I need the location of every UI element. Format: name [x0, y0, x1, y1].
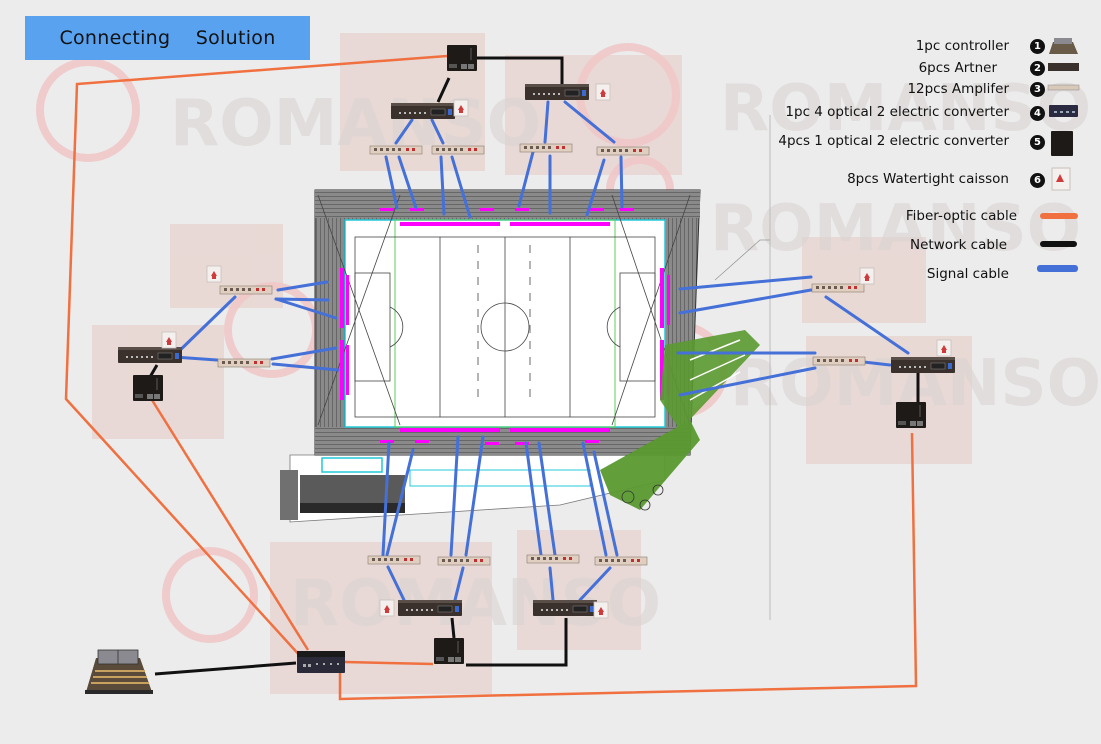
amplifier-left-1[interactable]	[219, 285, 273, 295]
amplifier-top-2[interactable]	[431, 145, 485, 155]
converter-top[interactable]	[446, 44, 478, 72]
amplifier-right-1[interactable]	[811, 283, 865, 293]
artner-top-right[interactable]	[524, 83, 590, 101]
amplifier-top-4[interactable]	[596, 146, 650, 156]
amplifier-strip-icon	[1047, 84, 1080, 91]
converter-left[interactable]	[132, 374, 164, 402]
four-optical-converter[interactable]	[297, 651, 345, 673]
caisson-top-right[interactable]	[595, 83, 611, 101]
caisson-bottom-left[interactable]	[379, 599, 395, 617]
one-optical-converter-icon	[1051, 131, 1073, 156]
legend-item-caisson: 8pcs Watertight caisson	[847, 171, 1009, 187]
artner-left[interactable]	[117, 346, 183, 364]
legend-item-controller: 1pc controller	[915, 38, 1009, 54]
caisson-right-lower[interactable]	[936, 339, 952, 357]
zone-left-upper	[170, 224, 283, 308]
caisson-left-lower[interactable]	[161, 331, 177, 349]
legend-item-four-optical-converter: 1pc 4 optical 2 electric converter	[785, 104, 1009, 120]
legend-number-5: 5	[1030, 135, 1045, 150]
controller-console-icon	[1049, 38, 1078, 54]
converter-right[interactable]	[895, 401, 927, 429]
watermark-text-1: ROMANSO	[170, 87, 541, 161]
amplifier-bottom-2[interactable]	[437, 556, 491, 566]
amplifier-bottom-4[interactable]	[594, 556, 648, 566]
legend-number-6: 6	[1030, 173, 1045, 188]
watertight-caisson-icon	[1051, 167, 1071, 191]
caisson-left-upper[interactable]	[206, 265, 222, 283]
amplifier-right-2[interactable]	[812, 356, 866, 366]
caisson-right-upper[interactable]	[859, 267, 875, 285]
caisson-top-left[interactable]	[453, 99, 469, 117]
converter-bottom[interactable]	[433, 637, 465, 665]
legend-number-3: 3	[1030, 82, 1045, 97]
artner-bottom-right[interactable]	[532, 599, 598, 617]
legend-item-signal: Signal cable	[926, 266, 1009, 282]
amplifier-left-2[interactable]	[217, 358, 271, 368]
artner-right[interactable]	[890, 356, 956, 374]
legend-item-fiber: Fiber-optic cable	[905, 208, 1017, 224]
signal-cable-swatch	[1037, 265, 1078, 272]
title-word-1: Connecting	[59, 27, 171, 49]
connecting-solution-diagram: ROMANSO ROMANSO ROMANSO ROMANSO ROMANSO …	[0, 0, 1101, 740]
artner-top-left[interactable]	[390, 102, 456, 120]
roof-block	[300, 475, 405, 503]
legend-device-icons	[1047, 38, 1080, 191]
artner-rack-icon	[1048, 63, 1079, 71]
lighting-controller-console[interactable]	[85, 649, 153, 694]
page-title: Connecting Solution	[25, 16, 310, 60]
legend-item-artner: 6pcs Artner	[918, 60, 997, 76]
legend-number-2: 2	[1030, 61, 1045, 76]
legend-number-1: 1	[1030, 39, 1045, 54]
watermark-text-3: ROMANSO	[710, 192, 1081, 266]
caisson-bottom-right[interactable]	[593, 601, 609, 619]
amplifier-top-1[interactable]	[369, 145, 423, 155]
artner-bottom-left[interactable]	[397, 599, 463, 617]
legend-number-4: 4	[1030, 106, 1045, 121]
legend-item-network: Network cable	[910, 237, 1007, 253]
amplifier-bottom-1[interactable]	[367, 555, 421, 565]
title-word-2: Solution	[195, 27, 276, 49]
amplifier-top-3[interactable]	[519, 143, 573, 153]
fiber-cable-swatch	[1040, 213, 1078, 219]
legend-item-one-optical-converter: 4pcs 1 optical 2 electric converter	[778, 133, 1009, 149]
legend-item-amplifier: 12pcs Amplifer	[907, 81, 1009, 97]
amplifier-bottom-3[interactable]	[526, 554, 580, 564]
four-optical-converter-icon	[1049, 105, 1078, 117]
network-cable-swatch	[1040, 241, 1077, 247]
